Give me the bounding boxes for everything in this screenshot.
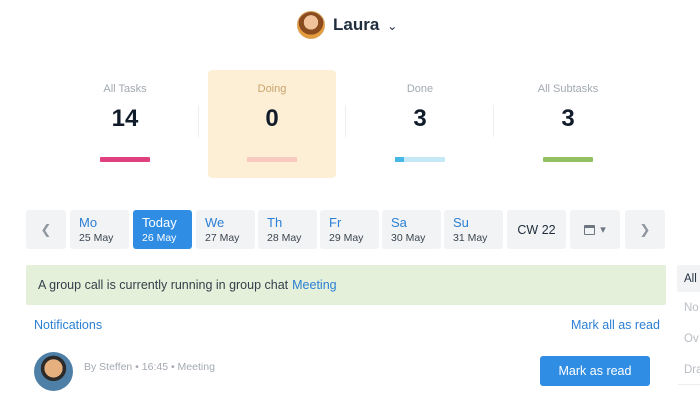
stat-divider: [493, 105, 494, 137]
stat-progress-bar: [395, 157, 445, 162]
stat-divider: [198, 105, 199, 137]
stat-done[interactable]: Done 3: [356, 70, 484, 178]
stat-count: 0: [265, 105, 279, 132]
day-date: 26 May: [142, 232, 177, 244]
prev-week-button[interactable]: ❮: [26, 210, 66, 249]
chevron-down-icon: ⌄: [387, 19, 398, 33]
day-name: Today: [142, 215, 177, 230]
day-friday[interactable]: Fr 29 May: [320, 210, 379, 249]
day-date: 25 May: [79, 232, 114, 244]
group-call-banner: A group call is currently running in gro…: [26, 265, 666, 305]
side-divider: [678, 384, 700, 385]
day-wednesday[interactable]: We 27 May: [196, 210, 255, 249]
stat-all-tasks[interactable]: All Tasks 14: [61, 70, 189, 178]
user-name: Laura: [333, 15, 380, 34]
day-name: Sa: [391, 215, 407, 230]
mark-all-read-link[interactable]: Mark all as read: [571, 318, 660, 332]
day-date: 27 May: [205, 232, 240, 244]
day-name: Mo: [79, 215, 98, 230]
user-avatar: [297, 11, 325, 39]
stat-progress-bar: [100, 157, 150, 162]
stat-count: 3: [413, 105, 427, 132]
banner-text: A group call is currently running in gro…: [38, 278, 289, 292]
side-filter-list: All No Ov Dra: [677, 265, 700, 385]
stat-count: 3: [561, 105, 575, 132]
chevron-right-icon: ❯: [639, 221, 651, 237]
day-name: Th: [267, 215, 283, 230]
day-sunday[interactable]: Su 31 May: [444, 210, 503, 249]
day-date: 28 May: [267, 232, 302, 244]
filter-no[interactable]: No: [677, 292, 700, 323]
user-menu[interactable]: Laura ⌄: [297, 10, 397, 40]
day-date: 31 May: [453, 232, 488, 244]
filter-all[interactable]: All: [677, 265, 700, 292]
day-date: 29 May: [329, 232, 364, 244]
avatar: [34, 352, 73, 391]
filter-ov[interactable]: Ov: [677, 323, 700, 354]
stat-progress-fill: [395, 157, 404, 162]
stat-all-subtasks[interactable]: All Subtasks 3: [504, 70, 632, 178]
calendar-week-button[interactable]: CW 22: [507, 210, 566, 249]
stat-label: All Subtasks: [537, 83, 599, 95]
next-week-button[interactable]: ❯: [625, 210, 665, 249]
notifications-link[interactable]: Notifications: [34, 318, 102, 332]
stat-count: 14: [111, 105, 139, 132]
meeting-link[interactable]: Meeting: [292, 278, 336, 292]
calendar-icon: [584, 224, 596, 235]
stat-divider: [345, 105, 346, 137]
day-monday[interactable]: Mo 25 May: [70, 210, 129, 249]
day-date: 30 May: [391, 232, 426, 244]
day-name: Su: [453, 215, 469, 230]
stat-progress-bar: [247, 157, 297, 162]
calendar-picker-button[interactable]: ▾: [570, 210, 620, 249]
day-name: Fr: [329, 215, 342, 230]
stat-label: All Tasks: [103, 83, 147, 95]
mark-as-read-button[interactable]: Mark as read: [540, 356, 650, 386]
notification-meta: By Steffen • 16:45 • Meeting: [84, 361, 215, 373]
day-name: We: [205, 215, 225, 230]
chevron-left-icon: ❮: [40, 221, 52, 237]
stat-doing[interactable]: Doing 0: [208, 70, 336, 178]
day-today[interactable]: Today 26 May: [133, 210, 192, 249]
day-thursday[interactable]: Th 28 May: [258, 210, 317, 249]
filter-dra[interactable]: Dra: [677, 354, 700, 385]
caret-down-icon: ▾: [600, 224, 606, 236]
day-saturday[interactable]: Sa 30 May: [382, 210, 441, 249]
stat-label: Doing: [257, 83, 287, 95]
stat-progress-bar: [543, 157, 593, 162]
stat-label: Done: [406, 83, 434, 95]
